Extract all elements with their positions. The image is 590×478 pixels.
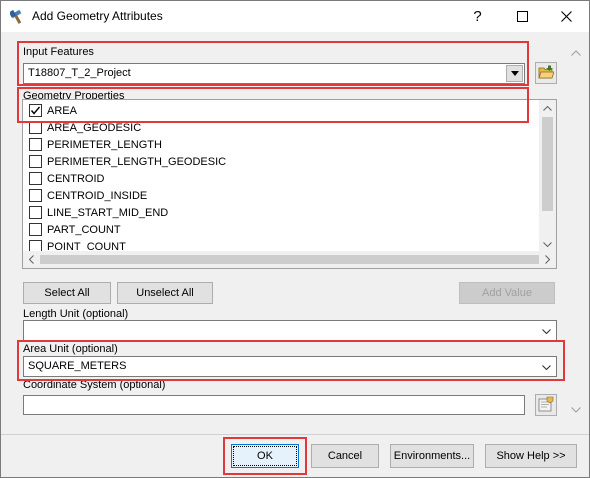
scroll-down-icon[interactable]: [567, 401, 584, 418]
list-item-label: PERIMETER_LENGTH_GEODESIC: [47, 155, 227, 168]
dialog-content: Input Features T18807_T_2_Project Geomet…: [1, 32, 589, 434]
coordinate-system-label: Coordinate System (optional): [23, 379, 166, 391]
dialog-footer: OK Cancel Environments... Show Help >>: [1, 434, 589, 477]
scroll-left-icon[interactable]: [23, 251, 40, 268]
add-geometry-attributes-dialog: Add Geometry Attributes ? Input Features…: [0, 0, 590, 478]
list-scroll-thumb[interactable]: [542, 117, 553, 211]
list-item-label: PART_COUNT: [47, 223, 121, 236]
checkbox[interactable]: [29, 189, 42, 202]
input-features-value: T18807_T_2_Project: [28, 67, 131, 79]
checkbox[interactable]: [29, 206, 42, 219]
list-item-label: AREA: [47, 104, 77, 117]
unselect-all-label: Unselect All: [136, 287, 194, 299]
scroll-up-icon[interactable]: [539, 100, 556, 117]
chevron-down-icon[interactable]: [506, 65, 523, 82]
list-item-label: LINE_START_MID_END: [47, 206, 169, 219]
open-folder-icon: [538, 65, 555, 82]
area-unit-label: Area Unit (optional): [23, 343, 118, 355]
unselect-all-button[interactable]: Unselect All: [117, 282, 213, 304]
coordinate-system-field[interactable]: [23, 395, 525, 415]
list-item[interactable]: PERIMETER_LENGTH_GEODESIC: [29, 153, 226, 170]
list-hscroll-thumb[interactable]: [40, 255, 539, 264]
checkbox-checked[interactable]: [29, 104, 42, 117]
list-item[interactable]: CENTROID_INSIDE: [29, 187, 147, 204]
ok-button[interactable]: OK: [231, 444, 299, 468]
chevron-down-icon[interactable]: [538, 359, 554, 375]
checkbox[interactable]: [29, 223, 42, 236]
cancel-label: Cancel: [327, 450, 363, 462]
help-button[interactable]: ?: [455, 1, 500, 32]
list-vertical-scrollbar[interactable]: [539, 100, 556, 253]
list-item-label: PERIMETER_LENGTH: [47, 138, 162, 151]
list-item-label: AREA_GEODESIC: [47, 121, 142, 134]
cancel-button[interactable]: Cancel: [311, 444, 379, 468]
select-all-label: Select All: [44, 287, 90, 299]
window-title: Add Geometry Attributes: [32, 9, 163, 23]
list-item-label: CENTROID_INSIDE: [47, 189, 148, 202]
environments-label: Environments...: [393, 450, 471, 462]
spatial-reference-icon: [538, 396, 554, 415]
title-bar[interactable]: Add Geometry Attributes ?: [1, 1, 589, 32]
list-horizontal-scrollbar[interactable]: [23, 251, 556, 268]
close-icon: [561, 11, 572, 22]
dialog-vertical-scrollbar[interactable]: [567, 32, 584, 434]
list-item[interactable]: PART_COUNT: [29, 221, 121, 238]
add-value-label: Add Value: [482, 287, 532, 299]
chevron-down-icon[interactable]: [538, 323, 554, 339]
scroll-up-icon[interactable]: [567, 44, 584, 61]
list-item[interactable]: CENTROID: [29, 170, 104, 187]
checkbox[interactable]: [29, 172, 42, 185]
show-help-label: Show Help >>: [496, 450, 566, 462]
select-all-button[interactable]: Select All: [23, 282, 111, 304]
geometry-properties-list[interactable]: AREA AREA_GEODESIC PERIMETER_LENGTH PERIMET…: [22, 99, 557, 269]
environments-button[interactable]: Environments...: [390, 444, 474, 468]
browse-input-features-button[interactable]: [535, 62, 557, 84]
list-item[interactable]: LINE_START_MID_END: [29, 204, 168, 221]
maximize-icon: [517, 11, 528, 22]
ok-label: OK: [257, 450, 273, 462]
maximize-button[interactable]: [500, 1, 545, 32]
input-features-dropdown[interactable]: T18807_T_2_Project: [23, 63, 525, 84]
add-value-button[interactable]: Add Value: [459, 282, 555, 304]
checkbox[interactable]: [29, 121, 42, 134]
area-unit-dropdown[interactable]: SQUARE_METERS: [23, 356, 557, 377]
checkbox[interactable]: [29, 155, 42, 168]
list-item-label: CENTROID: [47, 172, 105, 185]
show-help-button[interactable]: Show Help >>: [485, 444, 577, 468]
list-item[interactable]: PERIMETER_LENGTH: [29, 136, 162, 153]
close-button[interactable]: [544, 1, 589, 32]
arctoolbox-hammer-icon: [8, 9, 26, 24]
area-unit-value: SQUARE_METERS: [28, 360, 127, 372]
length-unit-label: Length Unit (optional): [23, 308, 129, 320]
input-features-label: Input Features: [23, 46, 94, 58]
checkbox[interactable]: [29, 138, 42, 151]
scroll-right-icon[interactable]: [539, 251, 556, 268]
length-unit-dropdown[interactable]: [23, 320, 557, 341]
list-item[interactable]: AREA_GEODESIC: [29, 119, 141, 136]
help-label: ?: [473, 8, 482, 25]
list-item[interactable]: AREA: [29, 102, 77, 119]
coordinate-system-properties-button[interactable]: [535, 394, 557, 416]
